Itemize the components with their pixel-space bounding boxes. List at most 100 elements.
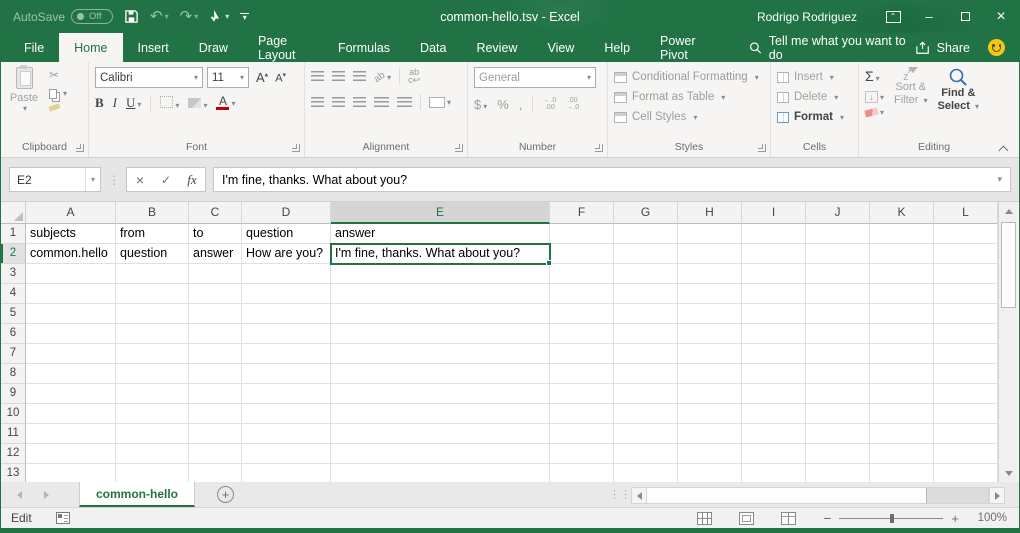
- cell-J10[interactable]: [806, 404, 870, 424]
- cell-H11[interactable]: [678, 424, 742, 444]
- cell-L13[interactable]: [934, 464, 998, 482]
- cell-B6[interactable]: [116, 324, 189, 344]
- tab-home[interactable]: Home: [59, 33, 122, 62]
- cell-B5[interactable]: [116, 304, 189, 324]
- cell-B9[interactable]: [116, 384, 189, 404]
- cell-F3[interactable]: [550, 264, 614, 284]
- cell-G2[interactable]: [614, 244, 678, 264]
- cell-D10[interactable]: [242, 404, 331, 424]
- cell-K2[interactable]: [870, 244, 934, 264]
- cell-A11[interactable]: [26, 424, 116, 444]
- cell-D2[interactable]: How are you?: [242, 244, 331, 264]
- cell-A8[interactable]: [26, 364, 116, 384]
- cell-C6[interactable]: [189, 324, 242, 344]
- cell-L1[interactable]: [934, 224, 998, 244]
- increase-indent-icon[interactable]: [397, 97, 412, 107]
- clear-button[interactable]: ▾: [865, 108, 884, 117]
- cell-H5[interactable]: [678, 304, 742, 324]
- cell-F5[interactable]: [550, 304, 614, 324]
- cell-B4[interactable]: [116, 284, 189, 304]
- cell-L11[interactable]: [934, 424, 998, 444]
- next-sheet-button[interactable]: [44, 491, 49, 499]
- format-as-table-button[interactable]: Format as Table▾: [614, 87, 764, 107]
- tab-power-pivot[interactable]: Power Pivot: [645, 33, 723, 62]
- column-header-A[interactable]: A: [26, 202, 116, 224]
- column-header-C[interactable]: C: [189, 202, 242, 224]
- cancel-button[interactable]: ×: [127, 172, 153, 188]
- cell-E10[interactable]: [331, 404, 550, 424]
- fill-button[interactable]: ↓▾: [865, 91, 884, 103]
- increase-font-size-button[interactable]: A▴: [256, 70, 268, 85]
- cell-E1[interactable]: answer: [331, 224, 550, 244]
- align-left-icon[interactable]: [311, 97, 324, 107]
- cell-K5[interactable]: [870, 304, 934, 324]
- cell-E12[interactable]: [331, 444, 550, 464]
- cell-A6[interactable]: [26, 324, 116, 344]
- cell-G12[interactable]: [614, 444, 678, 464]
- cell-J12[interactable]: [806, 444, 870, 464]
- cell-A10[interactable]: [26, 404, 116, 424]
- cell-C3[interactable]: [189, 264, 242, 284]
- cell-E4[interactable]: [331, 284, 550, 304]
- cell-I7[interactable]: [742, 344, 806, 364]
- cell-B2[interactable]: question: [116, 244, 189, 264]
- cell-F13[interactable]: [550, 464, 614, 482]
- row-header-6[interactable]: 6: [1, 324, 26, 344]
- fill-handle[interactable]: [546, 260, 552, 266]
- row-header-9[interactable]: 9: [1, 384, 26, 404]
- formula-input[interactable]: I'm fine, thanks. What about you? ▾: [213, 167, 1011, 192]
- italic-button[interactable]: I: [113, 95, 117, 111]
- cell-G5[interactable]: [614, 304, 678, 324]
- cell-K9[interactable]: [870, 384, 934, 404]
- column-header-I[interactable]: I: [742, 202, 806, 224]
- cell-J4[interactable]: [806, 284, 870, 304]
- cell-H2[interactable]: [678, 244, 742, 264]
- row-header-7[interactable]: 7: [1, 344, 26, 364]
- decrease-decimal-button[interactable]: .00→.0: [566, 97, 579, 111]
- cell-L7[interactable]: [934, 344, 998, 364]
- tab-help[interactable]: Help: [589, 33, 645, 62]
- cell-C2[interactable]: answer: [189, 244, 242, 264]
- tab-view[interactable]: View: [532, 33, 589, 62]
- scroll-up-button[interactable]: [999, 202, 1018, 220]
- paste-dropdown-icon[interactable]: ▾: [23, 104, 27, 113]
- scroll-right-button[interactable]: [989, 487, 1005, 504]
- cell-C4[interactable]: [189, 284, 242, 304]
- cell-I4[interactable]: [742, 284, 806, 304]
- number-dialog-launcher[interactable]: [595, 144, 603, 152]
- number-format-combo[interactable]: General▾: [474, 67, 596, 88]
- cell-F2[interactable]: [550, 244, 614, 264]
- tab-review[interactable]: Review: [461, 33, 532, 62]
- conditional-formatting-button[interactable]: Conditional Formatting▾: [614, 67, 764, 87]
- formula-bar-resize-handle[interactable]: ⋮: [108, 173, 119, 187]
- enter-button[interactable]: ✓: [153, 173, 179, 187]
- bold-button[interactable]: B: [95, 95, 104, 111]
- column-header-J[interactable]: J: [806, 202, 870, 224]
- vertical-scrollbar-thumb[interactable]: [1001, 222, 1016, 308]
- cell-D12[interactable]: [242, 444, 331, 464]
- cell-styles-button[interactable]: Cell Styles▾: [614, 107, 764, 127]
- delete-cells-button[interactable]: Delete▾: [777, 87, 852, 107]
- cell-G11[interactable]: [614, 424, 678, 444]
- minimize-button[interactable]: –: [911, 0, 947, 33]
- cell-I1[interactable]: [742, 224, 806, 244]
- cell-L10[interactable]: [934, 404, 998, 424]
- cell-K13[interactable]: [870, 464, 934, 482]
- cell-J3[interactable]: [806, 264, 870, 284]
- borders-button[interactable]: ▾: [160, 96, 179, 111]
- cell-E6[interactable]: [331, 324, 550, 344]
- cell-D13[interactable]: [242, 464, 331, 482]
- comma-format-button[interactable]: ,: [519, 97, 523, 112]
- cell-H8[interactable]: [678, 364, 742, 384]
- cell-K4[interactable]: [870, 284, 934, 304]
- cell-J7[interactable]: [806, 344, 870, 364]
- cell-L9[interactable]: [934, 384, 998, 404]
- cell-K11[interactable]: [870, 424, 934, 444]
- cell-K8[interactable]: [870, 364, 934, 384]
- font-color-button[interactable]: A▾: [216, 96, 235, 110]
- tell-me-box[interactable]: Tell me what you want to do: [749, 33, 915, 62]
- cell-A2[interactable]: common.hello: [26, 244, 116, 264]
- cell-I3[interactable]: [742, 264, 806, 284]
- cell-K7[interactable]: [870, 344, 934, 364]
- cell-E9[interactable]: [331, 384, 550, 404]
